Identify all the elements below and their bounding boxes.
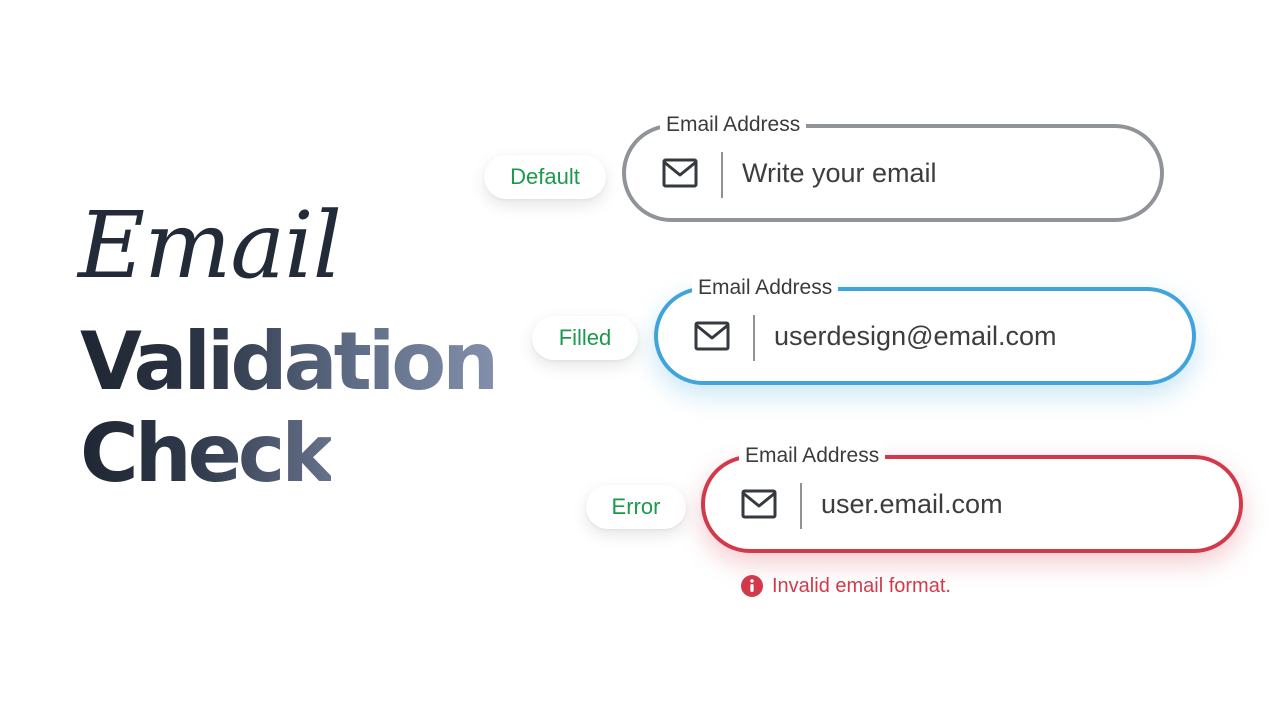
mail-icon [741,489,777,519]
info-circle-icon [741,575,763,597]
field-divider [753,315,755,361]
title-check: Check [80,407,335,500]
email-field-default[interactable]: Email Address Write your email [622,111,1164,222]
field-divider [800,483,802,529]
state-tag-error: Error [586,485,686,529]
state-tag-default: Default [484,155,606,199]
email-field-error[interactable]: Email Address user.email.com [701,442,1243,553]
email-value[interactable]: user.email.com [821,459,1003,549]
mail-icon [662,158,698,188]
email-value[interactable]: userdesign@email.com [774,291,1057,381]
title-validation: Validation [80,315,499,408]
error-message: Invalid email format. [740,574,951,598]
email-placeholder[interactable]: Write your email [742,128,937,218]
error-message-text: Invalid email format. [772,574,951,597]
title-script-email: Email [78,192,342,299]
mail-icon [694,321,730,351]
field-divider [721,152,723,198]
state-tag-filled: Filled [532,316,638,360]
email-field-filled[interactable]: Email Address userdesign@email.com [654,274,1196,385]
